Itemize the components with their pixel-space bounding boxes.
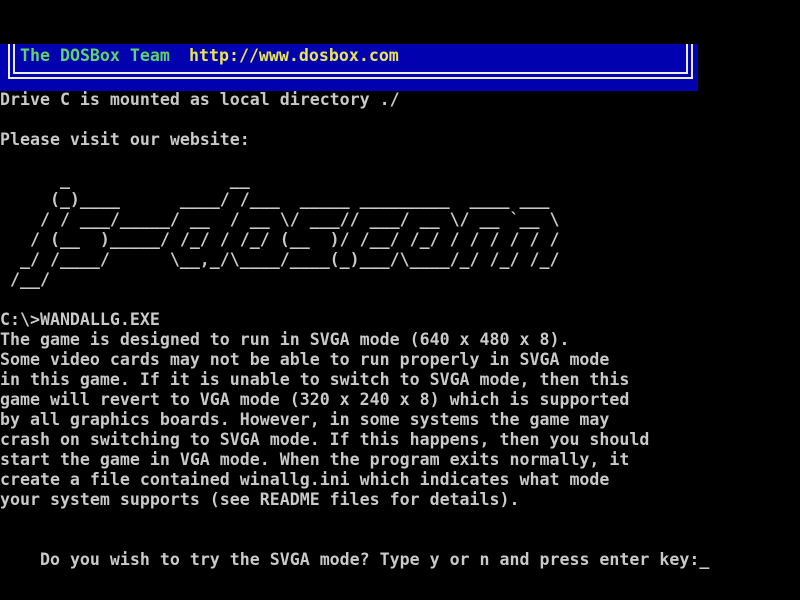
banner-border-bottom [8, 77, 693, 79]
output-line: game will revert to VGA mode (320 x 240 … [0, 390, 649, 410]
output-line: Some video cards may not be able to run … [0, 350, 649, 370]
dos-terminal-screen[interactable]: The DOSBox Team http://www.dosbox.com Dr… [0, 0, 800, 600]
ascii-logo-line: / (__ )_____/ /_/ / /_/ (__ )/ /__/ /_/ … [0, 230, 559, 250]
dosbox-welcome-banner: The DOSBox Team http://www.dosbox.com [0, 44, 698, 91]
ascii-logo-line: _/ /____/ \__,_/\____/____(_)___/\____/_… [0, 250, 559, 270]
program-output: C:\>WANDALLG.EXE The game is designed to… [0, 310, 649, 510]
command-line: C:\>WANDALLG.EXE [0, 310, 649, 330]
banner-border-right [691, 44, 693, 79]
ascii-logo-line: / / ___/_____/ __ / __ \/ ___// ___/ __ … [0, 210, 559, 230]
output-line: create a file contained winallg.ini whic… [0, 470, 649, 490]
ascii-logo-line: /__/ [0, 270, 559, 290]
output-line: The game is designed to run in SVGA mode… [0, 330, 649, 350]
output-line: in this game. If it is unable to switch … [0, 370, 649, 390]
jsdos-ascii-logo: _ __ (_)____ ____/ /___ _____ _________ … [0, 170, 559, 290]
dosbox-website-url: http://www.dosbox.com [189, 46, 399, 66]
prompt-question: Do you wish to try the SVGA mode? Type y… [40, 550, 699, 569]
mount-message: Drive C is mounted as local directory ./ [0, 90, 400, 110]
output-line: crash on switching to SVGA mode. If this… [0, 430, 649, 450]
dosbox-team-label: The DOSBox Team [20, 46, 170, 66]
prompt-line[interactable]: Do you wish to try the SVGA mode? Type y… [0, 530, 709, 550]
output-line: start the game in VGA mode. When the pro… [0, 450, 649, 470]
website-message: Please visit our website: [0, 130, 250, 150]
output-line: by all graphics boards. However, in some… [0, 410, 649, 430]
banner-border-right-inner [686, 44, 688, 74]
banner-border-bottom-inner [13, 72, 688, 74]
text-cursor: _ [699, 550, 709, 570]
ascii-logo-line: _ __ [0, 170, 559, 190]
output-line: your system supports (see README files f… [0, 490, 649, 510]
banner-border-left [8, 44, 10, 79]
banner-border-left-inner [13, 44, 15, 74]
ascii-logo-line: (_)____ ____/ /___ _____ _________ ____ … [0, 190, 559, 210]
